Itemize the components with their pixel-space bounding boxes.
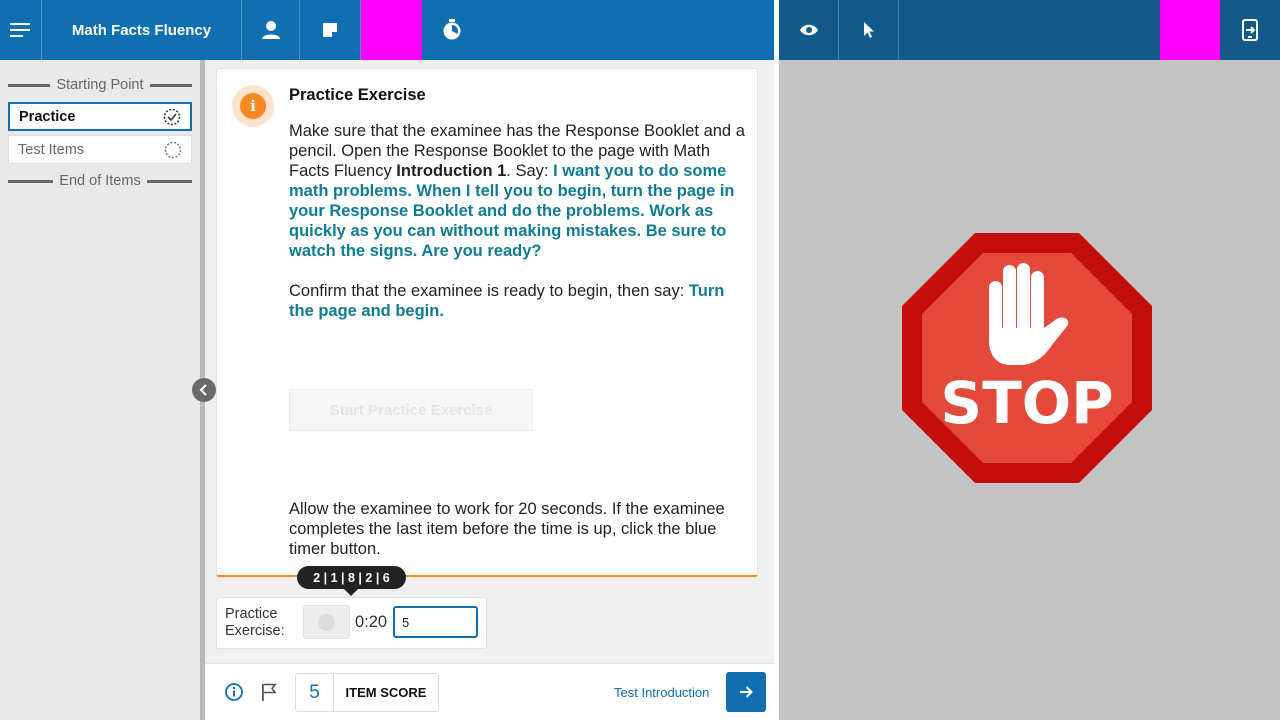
introduction-reference: Introduction 1 (396, 162, 507, 180)
hamburger-menu-icon (9, 23, 30, 37)
timer-time: 0:20 (355, 613, 388, 631)
pointer-button[interactable] (839, 0, 899, 60)
sidebar-item-practice[interactable]: Practice (8, 102, 192, 131)
view-button[interactable] (779, 0, 839, 60)
flag-button[interactable] (256, 680, 282, 704)
pane-divider[interactable] (774, 0, 779, 720)
menu-button[interactable] (0, 0, 42, 60)
stop-sign-text: STOP (940, 369, 1113, 437)
timer-dot-icon (318, 613, 335, 631)
item-score-box[interactable]: 5 ITEM SCORE (295, 673, 439, 712)
info-badge: i (232, 85, 274, 127)
sidebar-item-test-items[interactable]: Test Items (8, 135, 192, 164)
highlight-block-right (1160, 0, 1220, 60)
next-button[interactable] (726, 672, 766, 712)
end-of-items-label: End of Items (59, 173, 141, 189)
notes-button[interactable] (300, 0, 361, 60)
start-practice-button[interactable]: Start Practice Exercise (289, 389, 533, 431)
app-title: Math Facts Fluency (71, 21, 212, 39)
exit-to-device-icon (1242, 19, 1258, 41)
starting-point-separator: Starting Point (8, 76, 192, 94)
score-input[interactable] (393, 606, 478, 638)
instruction-text: Confirm that the examinee is ready to be… (289, 282, 689, 300)
starting-point-label: Starting Point (56, 77, 144, 93)
instruction-paragraph-3: Allow the examinee to work for 20 second… (289, 500, 725, 558)
sidebar-item-label: Practice (19, 108, 76, 125)
info-button[interactable] (222, 680, 246, 704)
next-item-label[interactable]: Test Introduction (614, 685, 709, 700)
timer-button[interactable] (422, 0, 482, 60)
user-icon (261, 21, 280, 39)
progress-check-icon (163, 108, 181, 125)
examinee-button[interactable] (242, 0, 300, 60)
chevron-left-icon (199, 384, 207, 396)
pointer-icon (863, 22, 874, 38)
flag-icon (262, 683, 277, 701)
answer-tooltip: 2 | 1 | 8 | 2 | 6 (297, 566, 406, 589)
info-circle-icon (225, 683, 243, 701)
highlight-block (361, 0, 422, 60)
timer-stop-button[interactable] (303, 605, 350, 639)
timer-icon (443, 19, 461, 40)
collapse-sidebar-button[interactable] (192, 378, 216, 402)
progress-empty-icon (164, 141, 182, 158)
instruction-paragraph-2: Confirm that the examinee is ready to be… (289, 281, 745, 321)
switch-device-button[interactable] (1220, 0, 1280, 60)
arrow-right-icon (740, 686, 753, 698)
sidebar-item-label: Test Items (18, 141, 85, 158)
card-title: Practice Exercise (289, 86, 426, 104)
tooltip-arrow (343, 588, 359, 596)
stop-sign-image: STOP (902, 233, 1152, 483)
end-of-items-separator: End of Items (8, 172, 192, 190)
instruction-paragraph-1: Make sure that the examinee has the Resp… (289, 121, 745, 261)
say-label: . Say: (506, 162, 554, 180)
app-title-cell: Math Facts Fluency (42, 0, 242, 60)
timer-label: Practice Exercise: (225, 606, 285, 639)
item-score-label: ITEM SCORE (345, 685, 427, 700)
note-icon (323, 23, 337, 37)
info-icon: i (240, 93, 266, 119)
item-score-value: 5 (296, 674, 334, 711)
eye-icon (799, 24, 818, 36)
